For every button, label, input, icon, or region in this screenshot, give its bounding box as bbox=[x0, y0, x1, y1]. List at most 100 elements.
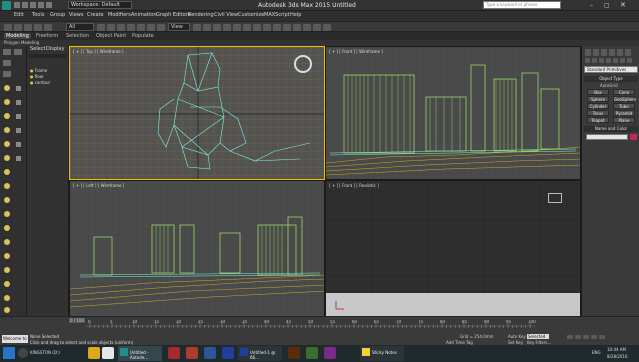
eye-icon[interactable]: ● bbox=[30, 68, 34, 73]
menu-group[interactable]: Group bbox=[50, 12, 65, 18]
menu-views[interactable]: Views bbox=[69, 12, 83, 18]
chrome-icon[interactable] bbox=[102, 347, 114, 359]
lightbulb-icon[interactable] bbox=[4, 239, 10, 245]
auto-key-button[interactable]: Auto Key bbox=[508, 334, 526, 339]
menu-rendering[interactable]: Rendering bbox=[188, 12, 214, 18]
tool-strip-icon[interactable] bbox=[16, 86, 21, 91]
geosphere-button[interactable]: GeoSphere bbox=[613, 96, 636, 102]
viewport-front[interactable]: [ + ] [ Front ] [ Wireframe ] bbox=[325, 46, 581, 180]
lightbulb-icon[interactable] bbox=[4, 307, 10, 313]
object-type-rollout[interactable]: Object Type bbox=[584, 76, 638, 82]
selection-filter-dropdown[interactable]: All bbox=[66, 23, 94, 31]
modify-tab-icon[interactable] bbox=[593, 49, 599, 56]
explorer-tab-select[interactable]: Select bbox=[30, 46, 45, 52]
snap-toggle-icon[interactable] bbox=[223, 24, 231, 31]
menu-help[interactable]: Help bbox=[290, 12, 301, 18]
name-color-rollout[interactable]: Name and Color bbox=[584, 126, 638, 132]
save-file-icon[interactable] bbox=[30, 2, 36, 8]
tool-strip-icon[interactable] bbox=[3, 49, 11, 55]
lightbulb-icon[interactable] bbox=[4, 183, 10, 189]
viewcube-icon[interactable] bbox=[294, 55, 312, 73]
scale-icon[interactable] bbox=[157, 24, 165, 31]
curve-editor-icon[interactable] bbox=[303, 24, 311, 31]
tab-object-paint[interactable]: Object Paint bbox=[94, 33, 128, 39]
tool-strip-icon[interactable] bbox=[14, 49, 22, 55]
illustrator-icon[interactable] bbox=[288, 347, 300, 359]
tool-strip-icon[interactable] bbox=[16, 156, 21, 161]
viewport-persp-label[interactable]: [ + ] [ Front ] [ Realistic ] bbox=[329, 183, 379, 188]
cylinder-button[interactable]: Cylinder bbox=[587, 103, 609, 109]
eye-icon[interactable]: ● bbox=[30, 74, 34, 79]
tube-button[interactable]: Tube bbox=[613, 103, 635, 109]
new-file-icon[interactable] bbox=[14, 2, 20, 8]
viewport-left[interactable]: [ + ] [ Left ] [ Wireframe ] bbox=[69, 180, 325, 318]
lights-icon[interactable] bbox=[599, 58, 604, 63]
spacewarps-icon[interactable] bbox=[620, 58, 625, 63]
select-object-icon[interactable] bbox=[97, 24, 105, 31]
lightbulb-icon[interactable] bbox=[4, 113, 10, 119]
workspace-dropdown[interactable]: Workspace: Default bbox=[68, 1, 132, 9]
material-editor-icon[interactable] bbox=[313, 24, 321, 31]
angle-snap-icon[interactable] bbox=[233, 24, 241, 31]
tool-strip-icon[interactable] bbox=[3, 60, 11, 66]
undo-icon[interactable] bbox=[38, 2, 44, 8]
maxscript-listener[interactable]: Welcome to M bbox=[2, 335, 28, 349]
undo-icon[interactable] bbox=[34, 24, 42, 31]
object-color-swatch[interactable] bbox=[630, 134, 637, 140]
excel-icon[interactable] bbox=[306, 347, 318, 359]
search-input[interactable]: Type a keyword or phrase bbox=[483, 1, 561, 9]
menu-maxscript[interactable]: MAXScript bbox=[264, 12, 290, 18]
lightbulb-icon[interactable] bbox=[4, 127, 10, 133]
taskbar-3dsmax-button[interactable]: Untitled - Autode... bbox=[118, 346, 162, 361]
object-name-field[interactable] bbox=[586, 134, 628, 140]
lightbulb-icon[interactable] bbox=[4, 85, 10, 91]
task-view-icon[interactable] bbox=[18, 348, 28, 358]
lightbulb-icon[interactable] bbox=[4, 225, 10, 231]
scene-item[interactable]: ● contour bbox=[30, 80, 68, 86]
select-by-name-icon[interactable] bbox=[107, 24, 115, 31]
lightbulb-icon[interactable] bbox=[4, 169, 10, 175]
mirror-icon[interactable] bbox=[273, 24, 281, 31]
go-to-start-icon[interactable] bbox=[567, 335, 573, 339]
tool-strip-icon[interactable] bbox=[16, 100, 21, 105]
word-icon[interactable] bbox=[204, 347, 216, 359]
minimize-button[interactable]: – bbox=[590, 2, 593, 9]
helpers-icon[interactable] bbox=[613, 58, 618, 63]
menu-graph-editors[interactable]: Graph Editors bbox=[156, 12, 190, 18]
eye-icon[interactable]: ● bbox=[30, 80, 34, 85]
align-icon[interactable] bbox=[283, 24, 291, 31]
lightbulb-icon[interactable] bbox=[4, 295, 10, 301]
plane-button[interactable]: Plane bbox=[613, 117, 635, 123]
photoshop-icon[interactable] bbox=[222, 347, 234, 359]
cameras-icon[interactable] bbox=[606, 58, 611, 63]
utilities-tab-icon[interactable] bbox=[625, 49, 631, 56]
go-to-end-icon[interactable] bbox=[599, 335, 605, 339]
geometry-icon[interactable] bbox=[585, 58, 590, 63]
tool-strip-icon[interactable] bbox=[3, 71, 11, 77]
start-button-icon[interactable] bbox=[3, 347, 15, 359]
motion-tab-icon[interactable] bbox=[609, 49, 615, 56]
menu-tools[interactable]: Tools bbox=[32, 12, 44, 18]
torus-button[interactable]: Torus bbox=[587, 110, 609, 116]
acrobat-icon[interactable] bbox=[168, 347, 180, 359]
taskbar-drive-label[interactable]: KINGSTON (D:) bbox=[30, 350, 60, 355]
lightbulb-icon[interactable] bbox=[4, 281, 10, 287]
rotate-icon[interactable] bbox=[147, 24, 155, 31]
powerpoint-icon[interactable] bbox=[186, 347, 198, 359]
previous-frame-icon[interactable] bbox=[575, 335, 581, 339]
layer-manager-icon[interactable] bbox=[293, 24, 301, 31]
tab-selection[interactable]: Selection bbox=[64, 33, 91, 39]
maximize-button[interactable]: ▢ bbox=[604, 2, 610, 9]
viewport-left-label[interactable]: [ + ] [ Left ] [ Wireframe ] bbox=[73, 183, 124, 188]
menu-create[interactable]: Create bbox=[87, 12, 104, 18]
viewport-top-label[interactable]: [ + ] [ Top ] [ Wireframe ] bbox=[73, 49, 124, 54]
pyramid-button[interactable]: Pyramid bbox=[613, 110, 635, 116]
frame-counter[interactable]: 0 / 100 bbox=[69, 318, 85, 323]
shapes-icon[interactable] bbox=[592, 58, 597, 63]
spinner-snap-icon[interactable] bbox=[253, 24, 261, 31]
close-button[interactable]: ✕ bbox=[620, 1, 626, 9]
polygon-modeling-label[interactable]: Polygon Modeling bbox=[4, 40, 39, 45]
timeline-track[interactable]: 0 5 10 15 20 25 30 35 40 45 50 55 60 65 70 75 80 85 90 95 10… bbox=[86, 320, 536, 330]
lightbulb-icon[interactable] bbox=[4, 155, 10, 161]
menu-modifiers[interactable]: Modifiers bbox=[108, 12, 131, 18]
